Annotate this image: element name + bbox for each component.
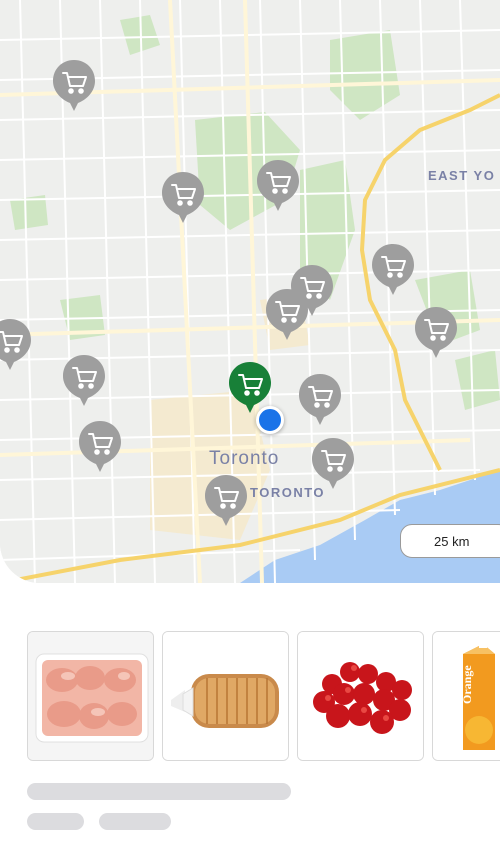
store-pin[interactable] [51,58,97,112]
skeleton-title-bar [27,783,291,800]
store-pin[interactable] [0,317,33,371]
skeleton-text-bar [27,813,84,830]
store-pin[interactable] [310,436,356,490]
product-card-orange-juice[interactable]: Orange [432,631,500,761]
scale-label: 25 km [434,533,470,549]
skeleton-text-bar [99,813,171,830]
city-label: Toronto [209,448,280,469]
apples-image [298,632,423,760]
district-label-east-york: EAST YO [428,168,496,183]
store-pin[interactable] [77,419,123,473]
chicken-tray-image [28,632,153,760]
store-pin[interactable] [203,473,249,527]
store-pin[interactable] [413,305,459,359]
product-carousel[interactable]: Orange [27,631,500,762]
store-pin[interactable] [255,158,301,212]
user-location-dot [256,406,284,434]
store-pin[interactable] [370,242,416,296]
bread-image [163,632,288,760]
store-pin[interactable] [297,372,343,426]
carton-brand-text: Orange [460,665,474,704]
orange-juice-image: Orange [433,632,500,760]
store-pin[interactable] [61,353,107,407]
store-pin[interactable] [160,170,206,224]
product-card-chicken[interactable] [27,631,154,761]
product-card-apples[interactable] [297,631,424,761]
store-map[interactable]: EAST YO Toronto TORONTO 25 km [0,0,500,583]
map-scale-indicator: 25 km [400,524,500,558]
store-pin[interactable] [264,287,310,341]
product-card-bread[interactable] [162,631,289,761]
